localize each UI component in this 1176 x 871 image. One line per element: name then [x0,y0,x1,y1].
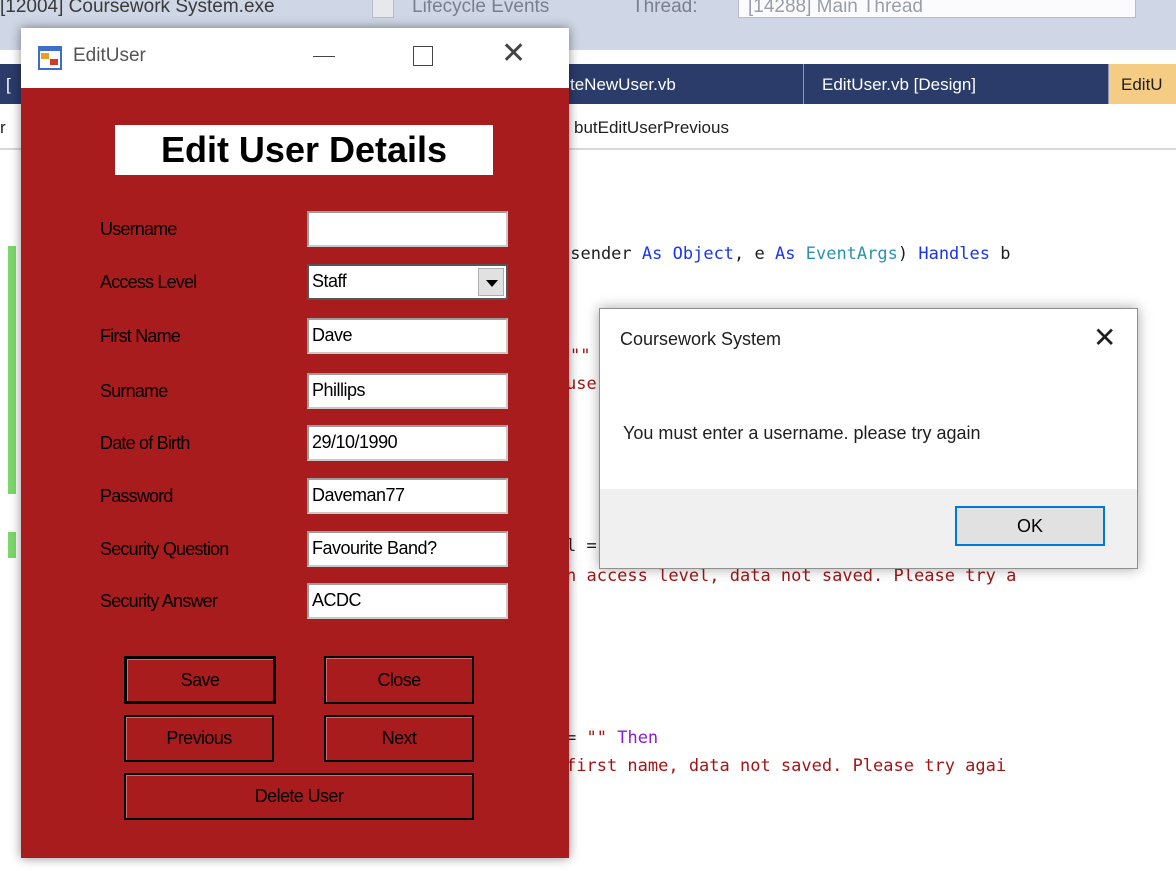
close-button[interactable]: Close [324,656,474,704]
dialog-message: You must enter a username. please try ag… [623,423,981,443]
security-question-label: Security Question [100,539,229,559]
window-title: EditUser [73,45,146,66]
first-name-field[interactable]: Dave [307,318,508,354]
access-level-combobox[interactable]: Staff [307,264,508,300]
maximize-icon[interactable] [413,46,433,66]
message-box-dialog: Coursework System ✕ You must enter a use… [599,308,1138,569]
app-form-icon [38,46,62,70]
page-title: Edit User Details [115,125,493,175]
dialog-footer: OK [600,489,1137,568]
password-field[interactable]: Daveman77 [307,478,508,514]
code-line[interactable]: = "" Then [566,728,658,748]
first-name-label: First Name [100,326,181,346]
editor-margin [0,150,18,871]
security-answer-field[interactable]: ACDC [307,583,508,619]
delete-user-button[interactable]: Delete User [124,773,474,820]
save-button[interactable]: Save [124,656,276,704]
code-line[interactable]: l = [566,536,597,556]
username-field[interactable] [307,211,508,247]
password-label: Password [100,486,173,506]
access-level-label: Access Level [100,272,197,292]
dialog-title: Coursework System [620,329,782,349]
code-line[interactable]: "" [570,346,590,366]
dob-label: Date of Birth [100,433,190,453]
edit-user-titlebar[interactable]: EditUser ✕ [21,28,569,88]
member-dropdown[interactable]: butEditUserPrevious [574,118,729,138]
tab-edituser-code[interactable]: EditU [1109,64,1176,104]
surname-label: Surname [100,381,168,401]
previous-button[interactable]: Previous [124,715,274,762]
minimize-icon[interactable] [313,56,335,57]
close-icon[interactable]: ✕ [501,36,526,71]
chevron-down-icon[interactable] [478,268,504,296]
tab-edituser-design[interactable]: EditUser.vb [Design] [804,64,1109,104]
thread-label: Thread: [632,0,698,17]
ok-button[interactable]: OK [955,506,1105,546]
edit-user-window: EditUser ✕ Edit User Details Username Ac… [21,28,569,858]
tab-createnewuser[interactable]: teNewUser.vb [552,64,804,104]
username-label: Username [100,219,177,239]
code-line[interactable]: first name, data not saved. Please try a… [566,756,1006,776]
code-line[interactable]: n access level, data not saved. Please t… [566,566,1016,586]
security-question-field[interactable]: Favourite Band? [307,531,508,567]
dob-field[interactable]: 29/10/1990 [307,425,508,461]
process-dropdown-icon[interactable] [372,0,394,18]
code-line[interactable]: use [566,374,597,394]
surname-field[interactable]: Phillips [307,373,508,409]
security-answer-label: Security Answer [100,591,218,611]
thread-value: [14288] Main Thread [748,0,923,17]
nav-left-text[interactable]: r [0,118,6,138]
code-line[interactable]: (sender As Object, e As EventArgs) Handl… [560,244,1010,264]
process-label[interactable]: [12004] Coursework System.exe [0,0,275,18]
change-indicator [8,246,16,494]
close-icon[interactable]: ✕ [1093,321,1116,354]
access-level-value: Staff [312,271,347,291]
change-indicator [8,532,16,558]
lifecycle-events-label[interactable]: Lifecycle Events [412,0,549,18]
next-button[interactable]: Next [324,715,474,762]
